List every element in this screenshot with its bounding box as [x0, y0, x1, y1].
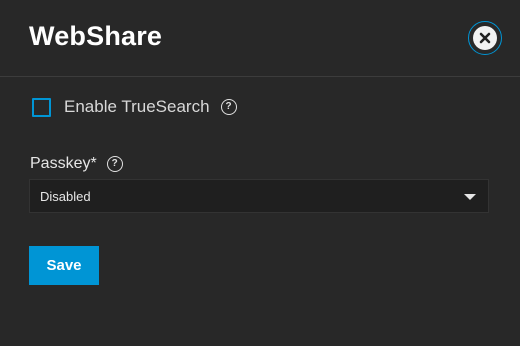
passkey-label: Passkey*: [30, 155, 97, 173]
close-icon: [473, 26, 497, 50]
dialog-title: WebShare: [29, 21, 163, 51]
passkey-selected-value: Disabled: [40, 189, 91, 204]
truesearch-help-icon[interactable]: ?: [220, 99, 237, 115]
passkey-label-row: Passkey* ?: [30, 154, 123, 174]
caret-down-icon: [464, 194, 476, 200]
truesearch-row: Enable TrueSearch ?: [32, 97, 237, 117]
passkey-help-icon[interactable]: ?: [106, 156, 123, 172]
webshare-dialog: WebShare Enable TrueSearch ? Passkey* ? …: [0, 0, 520, 346]
passkey-select[interactable]: Disabled: [29, 179, 489, 213]
truesearch-label[interactable]: Enable TrueSearch: [64, 97, 210, 117]
passkey-label-text: Passkey: [30, 155, 91, 172]
dialog-header: WebShare: [0, 0, 520, 77]
truesearch-checkbox[interactable]: [32, 97, 51, 117]
required-mark: *: [90, 155, 97, 172]
save-button[interactable]: Save: [29, 246, 99, 285]
close-button[interactable]: [468, 21, 502, 55]
